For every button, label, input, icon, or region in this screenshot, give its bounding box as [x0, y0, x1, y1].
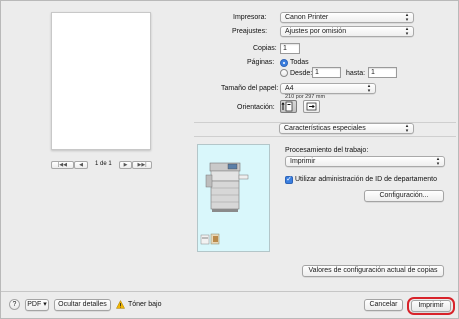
updown-arrows-icon: ▴ ▾: [436, 156, 440, 167]
presets-select-value: Ajustes por omisión: [285, 28, 347, 35]
pages-to-label: hasta:: [346, 70, 366, 77]
section-select-value: Características especiales: [284, 125, 366, 132]
paper-size-select-value: A4: [285, 85, 294, 92]
page-preview: [51, 12, 151, 150]
printer-label: Impresora:: [233, 14, 267, 21]
pages-from-label: Desde:: [290, 70, 313, 77]
job-processing-label: Procesamiento del trabajo:: [285, 147, 369, 154]
last-page-button[interactable]: ▶▶|: [132, 161, 152, 169]
landscape-icon: [306, 102, 317, 111]
toner-low-status: Tóner bajo: [128, 301, 162, 308]
configuration-button[interactable]: Configuración...: [364, 190, 444, 202]
pages-all-radio[interactable]: [280, 59, 288, 67]
pages-all-label: Todas: [290, 59, 309, 66]
job-processing-select[interactable]: Imprimir ▴ ▾: [285, 156, 445, 167]
pages-to-field[interactable]: 1: [368, 67, 397, 78]
printer-device-icon: [200, 162, 249, 245]
paper-size-select[interactable]: A4 ▴ ▾: [280, 83, 376, 94]
paper-size-label: Tamaño del papel:: [221, 85, 279, 92]
presets-select[interactable]: Ajustes por omisión ▴ ▾: [280, 26, 414, 37]
portrait-orientation-button[interactable]: [280, 100, 297, 113]
help-button[interactable]: ?: [9, 299, 20, 310]
updown-arrows-icon: ▴ ▾: [405, 123, 409, 134]
updown-arrows-icon: ▴ ▾: [367, 83, 371, 94]
pdf-menu-button[interactable]: PDF ▾: [25, 299, 49, 311]
orientation-label: Orientación:: [237, 104, 275, 111]
landscape-orientation-button[interactable]: [303, 100, 320, 113]
print-dialog: |◀◀ ◀ 1 de 1 ▶ ▶▶| Impresora: Canon Prin…: [0, 0, 459, 319]
department-id-label: Utilizar administración de ID de departa…: [295, 176, 438, 183]
section-separator-bottom: [194, 136, 456, 137]
next-page-button[interactable]: ▶: [119, 161, 132, 169]
printer-illustration-panel: [197, 144, 270, 252]
warning-icon: [116, 300, 125, 309]
current-copy-settings-button[interactable]: Valores de configuración actual de copia…: [302, 265, 444, 277]
updown-arrows-icon: ▴ ▾: [405, 26, 409, 37]
print-button-highlight: [407, 297, 455, 315]
footer-separator: [1, 291, 458, 292]
printer-select[interactable]: Canon Printer ▴ ▾: [280, 12, 414, 23]
presets-label: Preajustes:: [232, 28, 268, 35]
hide-details-button[interactable]: Ocultar detalles: [54, 299, 111, 311]
updown-arrows-icon: ▴ ▾: [405, 12, 409, 23]
cancel-button[interactable]: Cancelar: [364, 299, 403, 311]
pages-range-radio[interactable]: [280, 69, 288, 77]
job-processing-select-value: Imprimir: [290, 158, 316, 165]
copies-label: Copias:: [253, 45, 277, 52]
pages-from-field[interactable]: 1: [312, 67, 341, 78]
previous-page-button[interactable]: ◀: [74, 161, 88, 169]
first-page-button[interactable]: |◀◀: [51, 161, 74, 169]
portrait-icon: [281, 101, 293, 112]
printer-select-value: Canon Printer: [285, 14, 329, 21]
page-indicator: 1 de 1: [95, 161, 112, 167]
department-id-checkbox[interactable]: ✓: [285, 176, 293, 184]
section-select[interactable]: Características especiales ▴ ▾: [279, 123, 414, 134]
pages-label: Páginas:: [247, 59, 275, 66]
copies-field[interactable]: 1: [280, 43, 300, 54]
